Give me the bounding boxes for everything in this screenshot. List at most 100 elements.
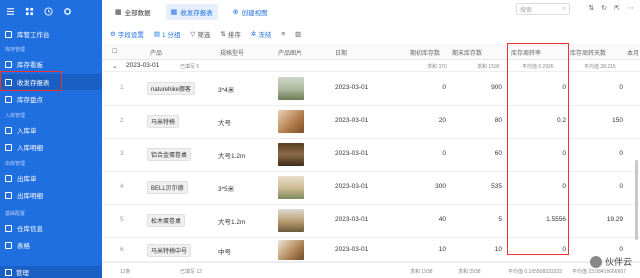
turnover-days-cell[interactable]: 150 bbox=[570, 117, 623, 124]
sidebar-item-inbound-detail[interactable]: 入库明细 bbox=[0, 139, 102, 155]
col-header-date[interactable]: 日期 bbox=[335, 48, 347, 57]
product-tag[interactable]: naturehike挪客 bbox=[147, 82, 196, 95]
date-cell[interactable]: 2023-03-01 bbox=[335, 216, 368, 223]
spec-cell[interactable]: 大号 bbox=[218, 117, 231, 127]
product-image[interactable] bbox=[278, 143, 304, 166]
product-tag[interactable]: 松木蛋卷桌 bbox=[147, 214, 186, 227]
sidebar-item-outbound-order[interactable]: 出库单 bbox=[0, 170, 102, 186]
row-index: 3 bbox=[120, 150, 124, 157]
sidebar-manage-button[interactable]: 管理 bbox=[0, 266, 102, 278]
group-button[interactable]: ▤ 1 分组 bbox=[154, 29, 181, 39]
manage-label: 管理 bbox=[16, 270, 29, 277]
highlight-box-turnover-column bbox=[507, 43, 569, 255]
col-header-spec[interactable]: 规格型号 bbox=[220, 48, 244, 57]
footer-sum-open: 求和 1938 bbox=[410, 269, 433, 275]
clock-icon[interactable] bbox=[44, 6, 53, 16]
closing-stock-cell[interactable]: 900 bbox=[452, 84, 502, 91]
table-icon: ▦ bbox=[115, 9, 122, 16]
sidebar-item-label: 库存盘点 bbox=[17, 97, 43, 104]
turnover-days-cell[interactable]: 19.29 bbox=[570, 216, 623, 223]
footer-avg-days: 平均值 23.08416666667 bbox=[572, 269, 626, 275]
row-index: 6 bbox=[120, 246, 124, 253]
watermark: 伙伴云 bbox=[589, 255, 632, 268]
sidebar-item-workbench[interactable]: 库管工作台 bbox=[0, 26, 102, 42]
refresh-icon[interactable]: ↻ bbox=[601, 4, 607, 12]
tab-create-view[interactable]: ⊕ 创建视图 bbox=[228, 4, 273, 20]
vertical-scrollbar[interactable] bbox=[635, 160, 638, 240]
date-cell[interactable]: 2023-03-01 bbox=[335, 117, 368, 124]
spec-cell[interactable]: 中号 bbox=[218, 246, 231, 256]
fields-button[interactable]: ⚙ 字段设置 bbox=[110, 29, 144, 39]
closing-stock-cell[interactable]: 10 bbox=[452, 246, 502, 253]
row-height-button[interactable]: ≡ bbox=[281, 31, 285, 38]
turnover-days-cell[interactable]: 0 bbox=[570, 84, 623, 91]
filter-icon: ▽ bbox=[190, 31, 196, 38]
sidebar-item-label: 出库明细 bbox=[17, 193, 43, 200]
sidebar-item-stocktake[interactable]: 库存盘点 bbox=[0, 91, 102, 107]
product-image[interactable] bbox=[278, 176, 304, 199]
col-header-image[interactable]: 产品图片 bbox=[278, 48, 302, 57]
closing-stock-cell[interactable]: 5 bbox=[452, 216, 502, 223]
date-cell[interactable]: 2023-03-01 bbox=[335, 150, 368, 157]
select-all-checkbox[interactable]: ☐ bbox=[112, 48, 117, 55]
product-image[interactable] bbox=[278, 77, 304, 100]
product-image[interactable] bbox=[278, 240, 304, 260]
spec-cell[interactable]: 大号1.2m bbox=[218, 150, 245, 160]
col-header-product[interactable]: 产品 bbox=[150, 48, 162, 57]
filter-button[interactable]: ▽ 筛选 bbox=[190, 29, 210, 39]
opening-stock-cell[interactable]: 0 bbox=[402, 150, 446, 157]
closing-stock-cell[interactable]: 80 bbox=[452, 117, 502, 124]
sidebar-item-table[interactable]: 表格 bbox=[0, 237, 102, 253]
opening-stock-cell[interactable]: 300 bbox=[402, 183, 446, 190]
spec-cell[interactable]: 大号1.2m bbox=[218, 216, 245, 226]
sort-button[interactable]: ⇅ 排序 bbox=[220, 29, 240, 39]
group-label: 1 分组 bbox=[161, 32, 181, 39]
board-icon bbox=[5, 60, 12, 68]
product-tag[interactable]: BELL贝尔德 bbox=[147, 181, 188, 194]
spec-cell[interactable]: 3*4米 bbox=[218, 84, 234, 94]
share-icon[interactable]: ⇱ bbox=[614, 4, 620, 12]
opening-stock-cell[interactable]: 40 bbox=[402, 216, 446, 223]
filter-toggle-icon[interactable]: ⇅ bbox=[588, 4, 594, 12]
table-footer: 12条 已填写 12 求和 1938 求和 2938 平均值 0.1655083… bbox=[102, 262, 640, 278]
sidebar-item-inbound-order[interactable]: 入库单 bbox=[0, 122, 102, 138]
sidebar-top-icons bbox=[0, 0, 102, 22]
chart-button[interactable]: ▥ bbox=[295, 30, 301, 38]
date-cell[interactable]: 2023-03-01 bbox=[335, 183, 368, 190]
grid-icon[interactable] bbox=[25, 7, 34, 16]
product-tag[interactable]: 马米特椅中号 bbox=[147, 244, 192, 257]
col-header-opening-stock[interactable]: 期初库存数 bbox=[410, 48, 440, 57]
tab-report[interactable]: ▦ 收发存报表 bbox=[165, 4, 218, 20]
product-tag[interactable]: 铝合金蛋卷桌 bbox=[147, 148, 192, 161]
date-cell[interactable]: 2023-03-01 bbox=[335, 84, 368, 91]
opening-stock-cell[interactable]: 10 bbox=[402, 246, 446, 253]
product-tag[interactable]: 马米特椅 bbox=[147, 115, 180, 128]
col-header-closing-stock[interactable]: 期末库存数 bbox=[452, 48, 482, 57]
turnover-days-cell[interactable]: 0 bbox=[570, 183, 623, 190]
freeze-button[interactable]: ✲ 冻结 bbox=[251, 29, 271, 39]
col-header-turnover-days[interactable]: 库存周转天数 bbox=[570, 48, 606, 57]
search-input[interactable]: 搜索 ⌕ bbox=[516, 3, 570, 15]
spec-cell[interactable]: 3*5米 bbox=[218, 183, 234, 193]
more-icon[interactable]: ⋯ bbox=[627, 4, 634, 12]
closing-stock-cell[interactable]: 60 bbox=[452, 150, 502, 157]
product-image[interactable] bbox=[278, 209, 304, 232]
product-image[interactable] bbox=[278, 110, 304, 133]
date-cell[interactable]: 2023-03-01 bbox=[335, 246, 368, 253]
settings-icon[interactable] bbox=[63, 7, 72, 16]
sidebar-item-warehouse[interactable]: 仓库信息 bbox=[0, 220, 102, 236]
menu-icon[interactable] bbox=[6, 7, 15, 16]
collapse-icon[interactable]: ⌄ bbox=[112, 62, 117, 70]
sidebar: 库管工作台 库存管理 库存看板 收发存报表 库存盘点 入库管理 入库单 入库明细… bbox=[0, 0, 102, 278]
tab-all-data[interactable]: ▦ 全部数据 bbox=[110, 4, 156, 20]
sidebar-item-inventory-board[interactable]: 库存看板 bbox=[0, 56, 102, 72]
sidebar-section-outbound: 出库管理 bbox=[5, 161, 26, 167]
footer-row-count: 12条 bbox=[120, 269, 131, 275]
turnover-days-cell[interactable]: 0 bbox=[570, 246, 623, 253]
col-header-this-month[interactable]: 本月 bbox=[627, 48, 639, 57]
opening-stock-cell[interactable]: 20 bbox=[402, 117, 446, 124]
opening-stock-cell[interactable]: 0 bbox=[402, 84, 446, 91]
sidebar-item-outbound-detail[interactable]: 出库明细 bbox=[0, 187, 102, 203]
turnover-days-cell[interactable]: 0 bbox=[570, 150, 623, 157]
closing-stock-cell[interactable]: 535 bbox=[452, 183, 502, 190]
